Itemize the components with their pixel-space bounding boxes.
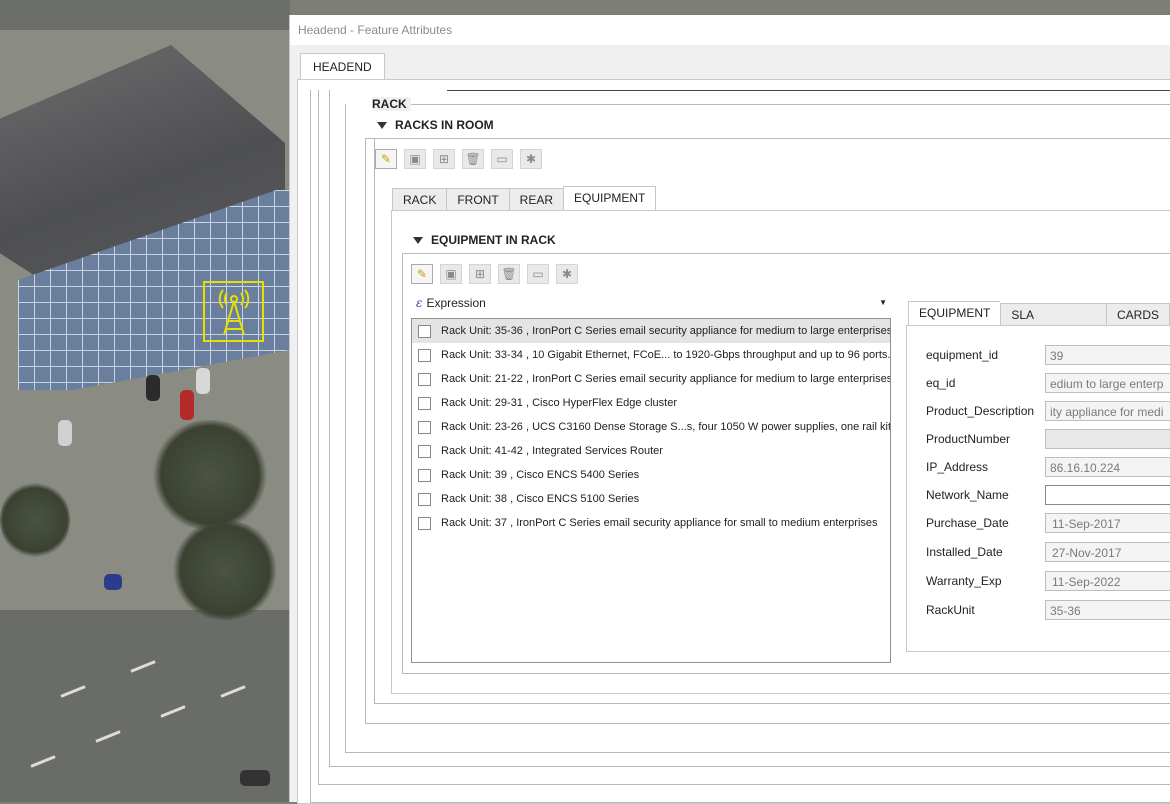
field-row: IP_Address 86.16.10.224 <box>926 457 1170 479</box>
edit-pencil-icon[interactable]: ✎ <box>411 264 433 284</box>
racks-toolbar: ✎ ▣ ⊞ 🗑 ▭ ✱ <box>375 149 542 169</box>
field-label: eq_id <box>926 376 956 390</box>
list-item[interactable]: Rack Unit: 41-42 , Integrated Services R… <box>412 439 890 463</box>
field-label: Warranty_Exp <box>926 574 1002 588</box>
racks-in-room-title: RACKS IN ROOM <box>395 118 494 132</box>
purchase-date-field[interactable]: 11-Sep-2017 <box>1045 513 1170 533</box>
list-item[interactable]: Rack Unit: 35-36 , IronPort C Series ema… <box>412 319 890 343</box>
collapse-triangle-icon[interactable] <box>413 237 423 245</box>
product-number-field[interactable] <box>1045 429 1170 449</box>
checkbox[interactable] <box>418 348 431 362</box>
chevron-down-icon[interactable]: ▼ <box>879 291 887 315</box>
network-name-field[interactable] <box>1045 485 1170 505</box>
field-label: Installed_Date <box>926 545 1003 559</box>
field-label: ProductNumber <box>926 432 1011 446</box>
field-label: IP_Address <box>926 460 989 474</box>
tab-sla-contract[interactable]: SLA CONTRACT <box>1000 303 1106 344</box>
add-feature-icon[interactable]: ⊞ <box>469 264 491 284</box>
tab-equipment-detail[interactable]: EQUIPMENT <box>908 301 1001 327</box>
tab-cards[interactable]: CARDS <box>1105 303 1170 327</box>
list-item[interactable]: Rack Unit: 21-22 , IronPort C Series ema… <box>412 367 890 391</box>
expression-label: Expression <box>426 296 486 310</box>
equipment-toolbar: ✎ ▣ ⊞ 🗑 ▭ ✱ <box>411 264 578 284</box>
tab-rear[interactable]: REAR <box>508 188 564 212</box>
product-description-field[interactable]: ity appliance for medi <box>1045 401 1170 421</box>
save-icon[interactable]: ▣ <box>404 149 426 169</box>
list-item[interactable]: Rack Unit: 23-26 , UCS C3160 Dense Stora… <box>412 415 890 439</box>
field-row: equipment_id 39 <box>926 345 1170 367</box>
field-row: RackUnit 35-36 <box>926 600 1170 622</box>
rack-unit-field[interactable]: 35-36 <box>1045 600 1170 620</box>
checkbox[interactable] <box>418 420 431 434</box>
warranty-exp-field[interactable]: 11-Sep-2022 <box>1045 571 1170 591</box>
checkbox[interactable] <box>418 444 431 458</box>
field-row: Warranty_Exp 11-Sep-2022 <box>926 571 1170 593</box>
zoom-to-icon[interactable]: ✱ <box>520 149 542 169</box>
list-item[interactable]: Rack Unit: 37 , IronPort C Series email … <box>412 511 890 535</box>
equipment-in-rack-title: EQUIPMENT IN RACK <box>431 233 556 247</box>
checkbox[interactable] <box>418 516 431 530</box>
tab-headend[interactable]: HEADEND <box>300 53 385 80</box>
add-feature-icon[interactable]: ⊞ <box>433 149 455 169</box>
field-label: equipment_id <box>926 348 999 362</box>
rack-group-title: RACK <box>372 97 411 111</box>
checkbox[interactable] <box>418 468 431 482</box>
list-item[interactable]: Rack Unit: 38 , Cisco ENCS 5100 Series <box>412 487 890 511</box>
list-item[interactable]: Rack Unit: 39 , Cisco ENCS 5400 Series <box>412 463 890 487</box>
edit-pencil-icon[interactable]: ✎ <box>375 149 397 169</box>
checkbox[interactable] <box>418 492 431 506</box>
expression-dropdown[interactable]: ε Expression ▼ <box>410 291 891 315</box>
equipment-in-rack-header[interactable]: EQUIPMENT IN RACK <box>413 233 556 247</box>
field-label: Network_Name <box>926 488 1009 502</box>
field-row: ProductNumber <box>926 429 1170 451</box>
link-icon[interactable]: ▭ <box>527 264 549 284</box>
link-icon[interactable]: ▭ <box>491 149 513 169</box>
field-row: Installed_Date 27-Nov-2017 <box>926 542 1170 564</box>
map-canvas[interactable] <box>0 0 290 802</box>
tab-rack[interactable]: RACK <box>392 188 447 212</box>
ip-address-field[interactable]: 86.16.10.224 <box>1045 457 1170 477</box>
delete-icon[interactable]: 🗑 <box>498 264 520 284</box>
field-label: RackUnit <box>926 603 975 617</box>
tab-equipment[interactable]: EQUIPMENT <box>563 186 657 212</box>
field-label: Product_Description <box>926 404 1035 418</box>
tab-front[interactable]: FRONT <box>446 188 509 212</box>
equipment-id-field[interactable]: 39 <box>1045 345 1170 365</box>
checkbox[interactable] <box>418 372 431 386</box>
field-row: Purchase_Date 11-Sep-2017 <box>926 513 1170 535</box>
collapse-triangle-icon[interactable] <box>377 122 387 130</box>
field-label: Purchase_Date <box>926 516 1009 530</box>
eq-id-field[interactable]: edium to large enterp <box>1045 373 1170 393</box>
save-icon[interactable]: ▣ <box>440 264 462 284</box>
field-row: Product_Description ity appliance for me… <box>926 401 1170 423</box>
zoom-to-icon[interactable]: ✱ <box>556 264 578 284</box>
list-item[interactable]: Rack Unit: 29-31 , Cisco HyperFlex Edge … <box>412 391 890 415</box>
window-title: Headend - Feature Attributes <box>290 15 1170 45</box>
checkbox[interactable] <box>418 396 431 410</box>
delete-icon[interactable]: 🗑 <box>462 149 484 169</box>
expression-epsilon-icon: ε <box>416 296 423 310</box>
list-item[interactable]: Rack Unit: 33-34 , 10 Gigabit Ethernet, … <box>412 343 890 367</box>
racks-in-room-header[interactable]: RACKS IN ROOM <box>377 118 494 132</box>
checkbox[interactable] <box>418 324 431 338</box>
equipment-list: Rack Unit: 35-36 , IronPort C Series ema… <box>411 318 891 663</box>
field-row: Network_Name <box>926 485 1170 507</box>
antenna-tower-icon[interactable] <box>203 281 264 342</box>
field-row: eq_id edium to large enterp <box>926 373 1170 395</box>
installed-date-field[interactable]: 27-Nov-2017 <box>1045 542 1170 562</box>
